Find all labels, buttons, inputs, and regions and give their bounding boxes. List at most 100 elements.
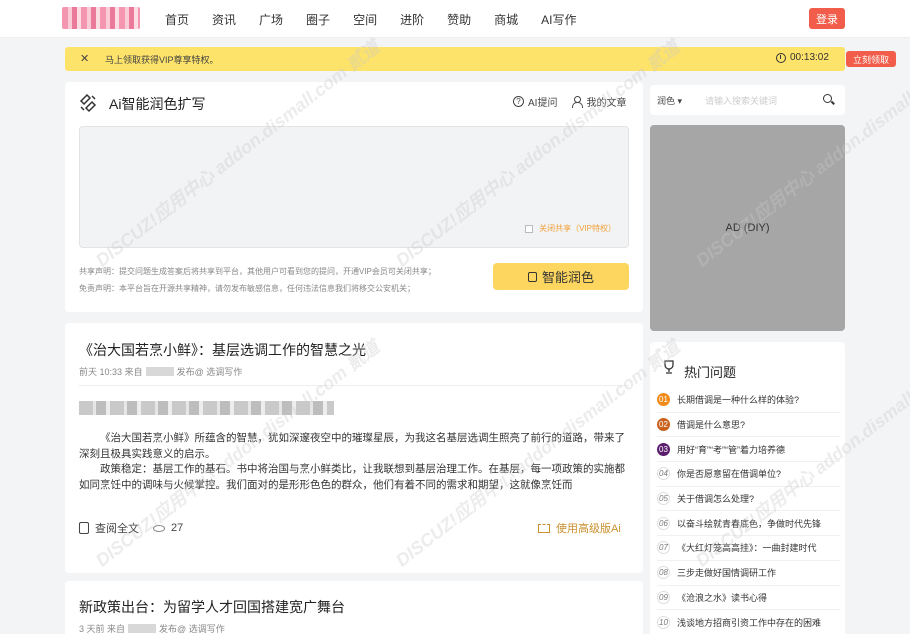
nav-item-sponsor[interactable]: 赞助 xyxy=(447,11,471,28)
hot-questions-list: 01 长期借调是一种什么样的体验? 02 借调是什么意思? 03 用好“育”“考”“管… xyxy=(657,388,840,634)
ad-slot[interactable]: AD (DIY) xyxy=(650,125,845,331)
hot-item-text: 以奋斗绘就青春底色，争做时代先锋 xyxy=(677,518,822,529)
rank-badge: 09 xyxy=(657,590,670,604)
list-item[interactable]: 03 用好“育”“考”“管”着力培养德 xyxy=(657,437,840,463)
list-item[interactable]: 06 以奋斗绘就青春底色，争做时代先锋 xyxy=(657,511,840,537)
author-name-blurred[interactable] xyxy=(145,367,174,376)
hot-item-text: 《沧浪之水》读书心得 xyxy=(677,592,768,603)
article-card: 《治大国若烹小鲜》：基层选调工作的智慧之光 前天 10:33 来自 发布@ 选调… xyxy=(65,323,643,573)
article-paragraph: 《治大国若烹小鲜》所蕴含的智慧，犹如深邃夜空中的璀璨星辰，为我这名基层选调生照亮… xyxy=(79,432,625,460)
rank-badge: 10 xyxy=(657,615,670,629)
article-time: 前天 10:33 xyxy=(79,367,123,377)
blurred-subtitle xyxy=(79,401,334,415)
ai-ask-link[interactable]: AI提问 xyxy=(528,94,557,109)
view-count: 27 xyxy=(171,522,184,534)
article-category[interactable]: 选调写作 xyxy=(206,365,242,378)
share-disclaimer: 共享声明：提交问题生成答案后将共享到平台，其他用户可看到您的提问，开通VIP会员… xyxy=(79,267,436,276)
article-posted-label: 发布@ xyxy=(159,624,187,634)
list-item[interactable]: 09 《沧浪之水》读书心得 xyxy=(657,586,840,611)
article-card: 新政策出台：为留学人才回国搭建宽广舞台 3 天前 来自 发布@ 选调写作 xyxy=(65,581,643,634)
list-item[interactable]: 01 长期借调是一种什么样的体验? xyxy=(657,388,840,413)
article-from-label: 来自 xyxy=(124,367,143,377)
rank-badge: 07 xyxy=(657,541,670,555)
nav-item-space[interactable]: 空间 xyxy=(353,11,377,28)
hot-item-text: 关于借调怎么处理? xyxy=(677,494,755,505)
main-nav: 首页 资讯 广场 圈子 空间 进阶 赞助 商城 AI写作 xyxy=(165,0,599,38)
rank-badge: 03 xyxy=(657,442,670,456)
hot-item-text: 借调是什么意思? xyxy=(677,420,746,431)
hot-item-text: 用好“育”“考”“管”着力培养德 xyxy=(677,444,785,455)
user-icon xyxy=(571,96,584,108)
advanced-ai-link[interactable]: 使用高级版Ai xyxy=(538,520,621,536)
vip-timer-value: 00:13:02 xyxy=(790,52,829,63)
article-meta: 3 天前 来自 发布@ 选调写作 xyxy=(79,622,225,634)
rank-badge: 02 xyxy=(657,418,670,432)
search-type-value: 润色 xyxy=(657,96,676,106)
divider xyxy=(79,385,629,386)
article-actions: 查阅全文 27 xyxy=(79,520,183,536)
hot-item-text: 三步走做好国情调研工作 xyxy=(677,568,777,579)
crown-icon xyxy=(538,523,550,533)
smart-polish-button[interactable]: 智能润色 xyxy=(493,263,629,290)
ai-panel-links: ? AI提问 我的文章 xyxy=(513,94,626,109)
hot-item-text: 长期借调是一种什么样的体验? xyxy=(677,395,800,406)
nav-item-advanced[interactable]: 进阶 xyxy=(400,11,424,28)
article-paragraph: 政策稳定：基层工作的基石。书中将治国与烹小鲜类比，让我联想到基层治理工作。在基层… xyxy=(79,463,625,491)
close-icon[interactable]: ✕ xyxy=(80,52,89,65)
rank-badge: 01 xyxy=(657,393,670,407)
claim-vip-button[interactable]: 立刻领取 xyxy=(846,51,896,67)
hot-questions-title: 热门问题 xyxy=(684,365,737,380)
hot-item-text: 《大红灯笼高高挂》：一曲封建时代 xyxy=(677,543,817,554)
search-input[interactable]: 请输入搜索关键词 xyxy=(705,94,777,107)
login-button[interactable]: 登录 xyxy=(809,8,845,29)
eye-icon xyxy=(153,524,165,532)
free-disclaimer: 免责声明：本平台旨在开源共享精神，请勿发布敏感信息，任何违法信息我们将移交公安机… xyxy=(79,284,415,293)
document-icon xyxy=(79,522,89,534)
vip-banner: ✕ 马上领取获得VIP尊享特权。 00:13:02 立刻领取 xyxy=(65,47,896,71)
nav-item-circle[interactable]: 圈子 xyxy=(306,11,330,28)
search-icon[interactable] xyxy=(823,94,832,103)
advanced-ai-label: 使用高级版Ai xyxy=(556,523,621,535)
search-type-select[interactable]: 润色 ▾ xyxy=(657,94,682,107)
search-bar: 润色 ▾ 请输入搜索关键词 xyxy=(650,85,845,115)
ai-input-textarea[interactable]: 关闭共享（VIP特权） xyxy=(79,126,629,248)
nav-item-mall[interactable]: 商城 xyxy=(494,11,518,28)
robot-icon xyxy=(527,271,537,282)
nav-item-news[interactable]: 资讯 xyxy=(212,11,236,28)
article-excerpt: 《治大国若烹小鲜》所蕴含的智慧，犹如深邃夜空中的璀璨星辰，为我这名基层选调生照亮… xyxy=(79,431,629,493)
rank-badge: 08 xyxy=(657,566,670,580)
list-item[interactable]: 10 浅谈地方招商引资工作中存在的困难 xyxy=(657,610,840,634)
ai-polish-panel: Ai智能润色扩写 ? AI提问 我的文章 关闭共享（VIP特权） 共享声明：提交… xyxy=(65,82,643,312)
nav-item-square[interactable]: 广场 xyxy=(259,11,283,28)
smart-polish-label: 智能润色 xyxy=(541,270,594,285)
clock-icon xyxy=(776,52,786,63)
article-meta: 前天 10:33 来自 发布@ 选调写作 xyxy=(79,365,242,378)
hot-item-text: 浅谈地方招商引资工作中存在的困难 xyxy=(677,617,822,628)
author-name-blurred[interactable] xyxy=(128,624,157,633)
hot-questions-panel: 热门问题 01 长期借调是一种什么样的体验? 02 借调是什么意思? 03 用好“育”… xyxy=(650,342,845,634)
my-articles-link[interactable]: 我的文章 xyxy=(586,94,626,109)
share-checkbox[interactable] xyxy=(525,224,534,233)
share-toggle-label: 关闭共享（VIP特权） xyxy=(539,224,616,233)
article-title[interactable]: 《治大国若烹小鲜》：基层选调工作的智慧之光 xyxy=(79,340,366,360)
top-navbar: 首页 资讯 广场 圈子 空间 进阶 赞助 商城 AI写作 登录 xyxy=(0,0,910,38)
ai-panel-title: Ai智能润色扩写 xyxy=(109,96,206,112)
article-posted-label: 发布@ xyxy=(176,367,204,377)
ai-logo-icon xyxy=(79,93,97,113)
article-title[interactable]: 新政策出台：为留学人才回国搭建宽广舞台 xyxy=(79,597,345,617)
rank-badge: 04 xyxy=(657,467,670,481)
read-full-link[interactable]: 查阅全文 xyxy=(95,520,139,536)
nav-item-ai-writing[interactable]: AI写作 xyxy=(541,11,576,28)
nav-item-home[interactable]: 首页 xyxy=(165,11,189,28)
list-item[interactable]: 08 三步走做好国情调研工作 xyxy=(657,561,840,586)
list-item[interactable]: 05 关于借调怎么处理? xyxy=(657,487,840,512)
list-item[interactable]: 02 借调是什么意思? xyxy=(657,413,840,438)
list-item[interactable]: 07 《大红灯笼高高挂》：一曲封建时代 xyxy=(657,536,840,561)
site-logo[interactable] xyxy=(62,7,140,29)
list-item[interactable]: 04 你是否愿意留在借调单位? xyxy=(657,462,840,487)
hot-item-text: 你是否愿意留在借调单位? xyxy=(677,469,782,480)
share-toggle[interactable]: 关闭共享（VIP特权） xyxy=(525,223,616,234)
article-category[interactable]: 选调写作 xyxy=(189,622,225,634)
question-icon: ? xyxy=(513,96,524,107)
vip-banner-text: 马上领取获得VIP尊享特权。 xyxy=(105,55,219,65)
